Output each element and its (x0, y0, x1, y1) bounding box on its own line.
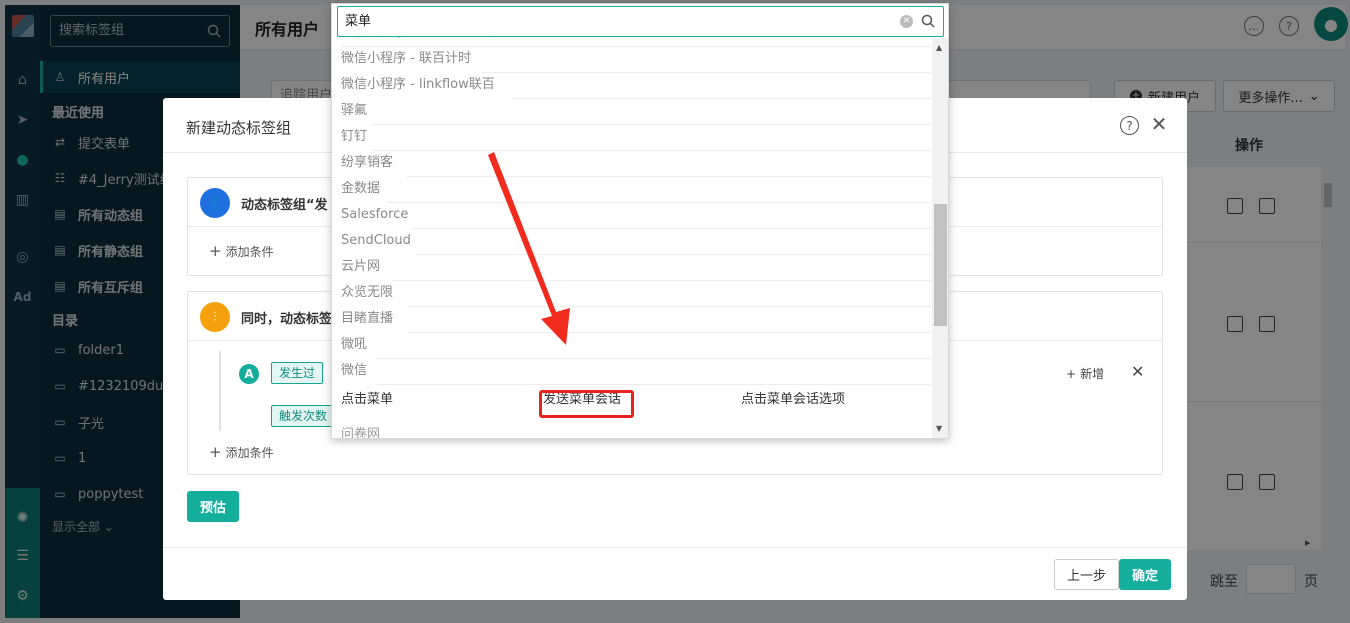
dropdown-item[interactable]: 微信小程序 - linkflow联百 (341, 72, 495, 98)
dropdown-item[interactable]: 问卷网 (341, 422, 380, 438)
dropdown-item[interactable]: 微信小程序 - 联百计时 (341, 46, 471, 72)
dropdown-item[interactable]: 目睹直播 (341, 306, 393, 332)
dropdown-item[interactable]: Salesforce (341, 202, 408, 228)
event-search-input[interactable]: 菜单 ✕ (337, 6, 944, 37)
search-icon[interactable] (921, 14, 935, 28)
dropdown-scrollbar[interactable]: ▲ ▼ (932, 38, 948, 438)
tag-trigger-count[interactable]: 触发次数 (271, 405, 336, 427)
plus-icon: + (209, 443, 222, 461)
divider (512, 98, 931, 99)
filter-icon: ⫶ (200, 302, 230, 332)
divider (392, 280, 931, 281)
card-title: 同时，动态标签 (241, 312, 333, 327)
divider (417, 254, 931, 255)
card-title: 动态标签组“发 (241, 198, 328, 213)
previous-step-button[interactable]: 上一步 (1054, 559, 1119, 590)
add-condition-button[interactable]: + 添加条件 (209, 443, 274, 461)
event-dropdown: 微信小程序 - linkflow测试 微信小程序 - 联百计时 微信小程序 - … (331, 3, 949, 439)
clear-icon[interactable]: ✕ (900, 15, 913, 28)
condition-connector (219, 351, 221, 431)
dropdown-list: 微信小程序 - linkflow测试 微信小程序 - 联百计时 微信小程序 - … (332, 30, 932, 438)
add-condition-label: 添加条件 (225, 244, 274, 259)
divider (377, 358, 931, 359)
dropdown-item[interactable]: 金数据 (341, 176, 380, 202)
option-click-menu-session-item[interactable]: 点击菜单会话选项 (741, 388, 845, 407)
divider (407, 306, 931, 307)
close-icon[interactable]: ✕ (1148, 113, 1170, 135)
add-new-button[interactable]: + 新增 (1066, 365, 1104, 382)
scroll-up-icon[interactable]: ▲ (936, 43, 942, 52)
add-condition-label: 添加条件 (225, 445, 274, 460)
remove-icon[interactable]: ✕ (1131, 362, 1144, 381)
highlight-annotation (539, 390, 634, 418)
dropdown-item[interactable]: SendCloud (341, 228, 411, 254)
condition-letter-badge: A (239, 364, 259, 384)
divider (482, 72, 931, 73)
divider (412, 228, 931, 229)
scroll-thumb[interactable] (934, 204, 947, 326)
tag-occurred[interactable]: 发生过 (271, 362, 324, 384)
add-condition-button[interactable]: + 添加条件 (209, 242, 274, 260)
search-value: 菜单 (345, 14, 372, 29)
confirm-button[interactable]: 确定 (1119, 559, 1171, 590)
user-tag-icon: 👤 (200, 188, 230, 218)
divider (407, 332, 931, 333)
scroll-down-icon[interactable]: ▼ (936, 424, 942, 433)
divider (407, 176, 931, 177)
dropdown-item[interactable]: 微信 (341, 358, 367, 384)
dropdown-item[interactable]: 云片网 (341, 254, 380, 280)
plus-icon: + (1066, 366, 1077, 381)
dropdown-item[interactable]: 钉钉 (341, 124, 367, 150)
option-click-menu[interactable]: 点击菜单 (341, 388, 393, 407)
help-icon[interactable]: ? (1120, 116, 1139, 135)
dropdown-item[interactable]: 纷享销客 (341, 150, 393, 176)
dropdown-item[interactable]: 众览无限 (341, 280, 393, 306)
divider (387, 202, 931, 203)
estimate-button[interactable]: 预估 (187, 491, 239, 522)
plus-icon: + (209, 242, 222, 260)
add-new-label: 新增 (1080, 367, 1105, 381)
dropdown-item[interactable]: 驿氟 (341, 98, 367, 124)
dialog-title: 新建动态标签组 (186, 119, 292, 137)
divider (372, 150, 931, 151)
divider (377, 384, 931, 385)
divider (163, 547, 1187, 548)
dropdown-item[interactable]: 微吼 (341, 332, 367, 358)
divider (372, 124, 931, 125)
